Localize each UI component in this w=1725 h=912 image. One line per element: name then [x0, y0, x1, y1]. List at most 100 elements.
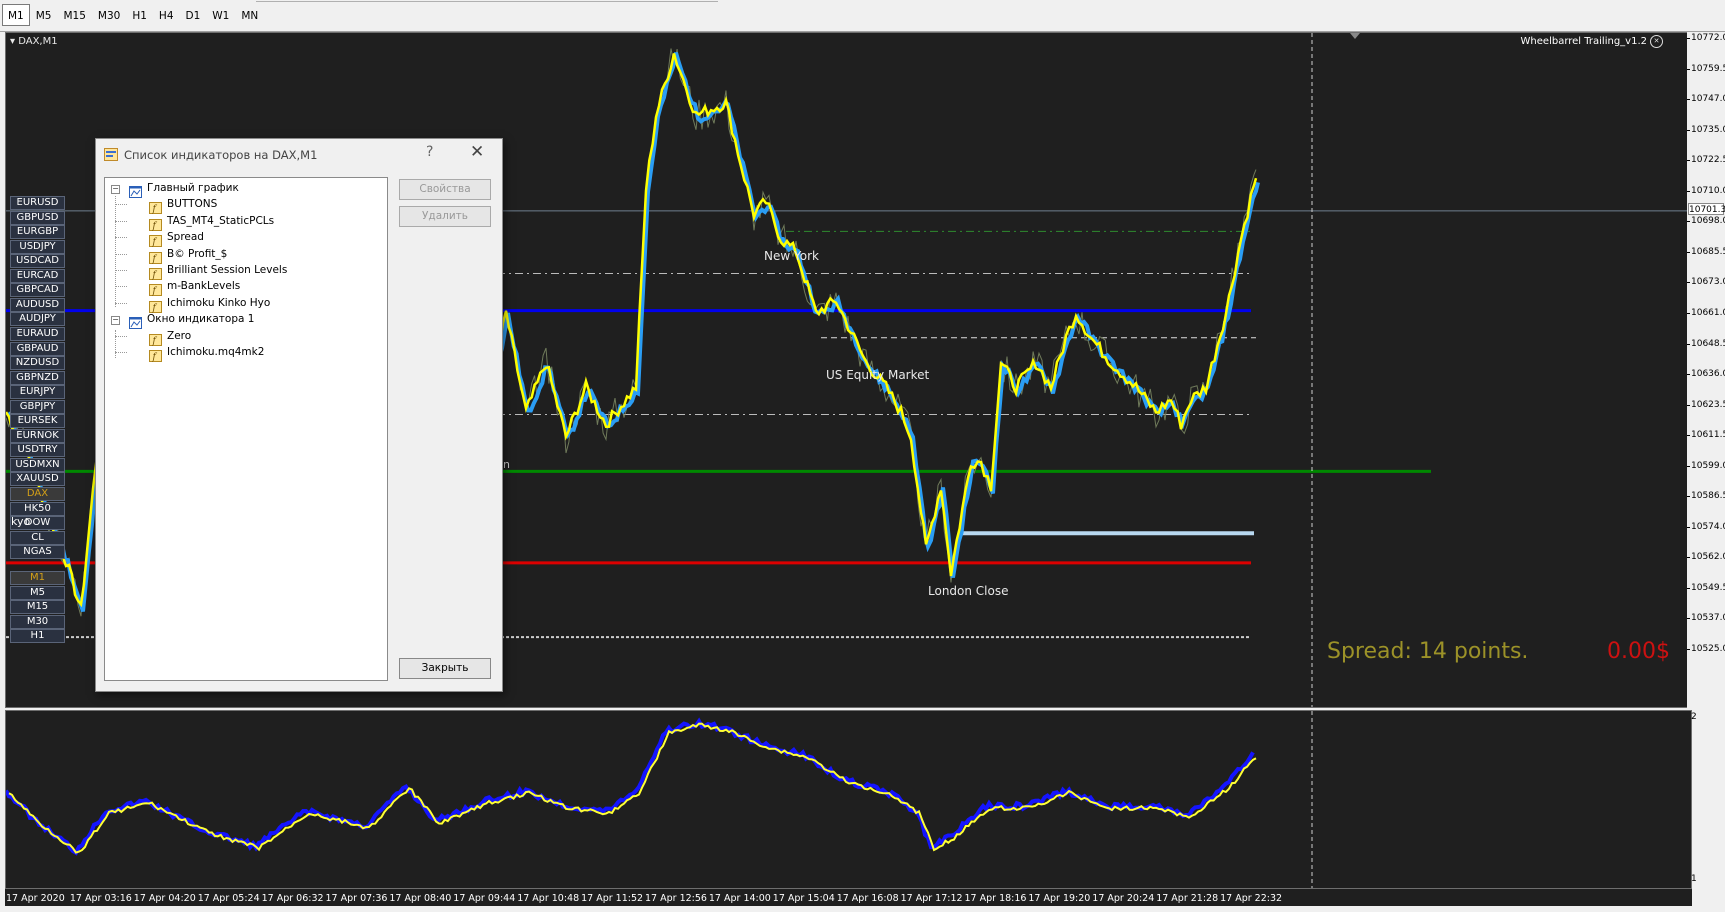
time-marker-icon[interactable]: [1350, 33, 1360, 39]
time-label: 17 Apr 19:20: [1028, 893, 1091, 904]
timeframe-button-m1[interactable]: M1: [2, 4, 30, 26]
timeframe-button-m5[interactable]: M5: [30, 4, 58, 26]
symbol-button-usdtry[interactable]: USDTRY: [10, 443, 65, 458]
price-label: 10623.5: [1691, 399, 1725, 410]
price-tick: [1687, 587, 1690, 589]
symbol-button-ngas[interactable]: NGAS: [10, 545, 65, 560]
indicator-fx-icon: f: [149, 249, 162, 264]
delete-button[interactable]: Удалить: [399, 206, 491, 227]
price-tick: [1687, 374, 1690, 376]
price-axis[interactable]: 10772.0 10759.5 10747.0 10735.0 10722.5 10710…: [1687, 32, 1725, 708]
timeframe-button-mn[interactable]: MN: [235, 4, 264, 26]
tree-item-main-chart[interactable]: Главный график: [147, 182, 239, 194]
symbol-button-eursek[interactable]: EURSEK: [10, 414, 65, 429]
time-label: 17 Apr 20:24: [1092, 893, 1155, 904]
symbol-button-eurgbp[interactable]: EURGBP: [10, 225, 65, 240]
chart-timeframe-button-m15[interactable]: M15: [10, 600, 65, 615]
symbol-button-usdjpy[interactable]: USDJPY: [10, 239, 65, 254]
tree-item-indicator[interactable]: m-BankLevels: [167, 280, 240, 292]
price-label: 10586.5: [1691, 491, 1725, 502]
symbol-button-eurnok[interactable]: EURNOK: [10, 428, 65, 443]
symbol-button-eurcad[interactable]: EURCAD: [10, 268, 65, 283]
time-label: 17 Apr 08:40: [389, 893, 452, 904]
indicator-fx-icon: f: [149, 265, 162, 281]
properties-button[interactable]: Свойства: [399, 179, 491, 200]
symbol-button-eurjpy[interactable]: EURJPY: [10, 385, 65, 400]
chart-timeframe-button-h1[interactable]: H1: [10, 629, 65, 644]
symbol-button-nzdusd[interactable]: NZDUSD: [10, 356, 65, 371]
session-label-london: n: [503, 458, 510, 471]
symbol-button-cl[interactable]: CL: [10, 530, 65, 545]
time-label: 17 Apr 2020: [6, 893, 65, 904]
expand-minus-icon[interactable]: −: [111, 316, 120, 326]
price-label: 10648.5: [1691, 338, 1725, 349]
tree-connector: [115, 302, 127, 304]
indicator-fx-icon: f: [149, 331, 162, 346]
close-circle-icon[interactable]: ✕: [1650, 35, 1663, 48]
symbol-button-dax[interactable]: DAX: [10, 487, 65, 501]
tree-connector: [115, 204, 127, 206]
time-label: 17 Apr 09:44: [453, 893, 516, 904]
chart-timeframe-button-m5[interactable]: M5: [10, 585, 65, 600]
time-label: 17 Apr 22:32: [1220, 893, 1283, 904]
close-icon[interactable]: ✕: [470, 142, 484, 162]
chart-timeframe-button-m30[interactable]: M30: [10, 614, 65, 629]
symbol-button-hk50[interactable]: HK50: [10, 501, 65, 516]
tree-item-indicator[interactable]: Spread: [167, 231, 204, 243]
symbol-button-euraud[interactable]: EURAUD: [10, 326, 65, 341]
symbol-button-gbpcad[interactable]: GBPCAD: [10, 283, 65, 298]
tree-item-indicator[interactable]: Zero: [167, 330, 191, 342]
indicator-tree[interactable]: − Главный график f BUTTONS f TAS_MT4_StaticPC…: [104, 177, 388, 681]
time-axis: 17 Apr 2020 17 Apr 03:16 17 Apr 04:20 17 Ap…: [5, 889, 1692, 906]
collapse-triangle-icon[interactable]: ▾: [10, 36, 15, 47]
timeframe-button-d1[interactable]: D1: [180, 4, 207, 26]
expand-minus-icon[interactable]: −: [111, 185, 120, 194]
symbol-button-eurusd[interactable]: EURUSD: [10, 196, 65, 210]
price-label: 10735.0: [1691, 124, 1725, 135]
indicator-list-dialog: Список индикаторов на DAX,M1 ? ✕ − Главны…: [95, 138, 503, 692]
tree-guide-line: [115, 329, 116, 359]
price-tick: [1687, 618, 1690, 620]
timeframe-toolbar: M1 M5 M15 M30 H1 H4 D1 W1 MN: [0, 0, 1725, 32]
price-tick: [1687, 68, 1690, 70]
price-label: 10698.0: [1691, 216, 1725, 227]
tree-item-indicator[interactable]: Ichimoku Kinko Hyo: [167, 297, 270, 309]
symbol-button-gbpaud[interactable]: GBPAUD: [10, 341, 65, 356]
symbol-button-gbpnzd[interactable]: GBPNZD: [10, 370, 65, 385]
time-label: 17 Apr 15:04: [772, 893, 835, 904]
symbol-button-usdmxn[interactable]: USDMXN: [10, 457, 65, 472]
indicator-fx-icon: f: [149, 298, 162, 313]
symbol-button-usdcad[interactable]: USDCAD: [10, 254, 65, 269]
symbol-button-audusd[interactable]: AUDUSD: [10, 297, 65, 312]
tree-item-indicator[interactable]: TAS_MT4_StaticPCLs: [167, 215, 274, 227]
timeframe-button-w1[interactable]: W1: [206, 4, 235, 26]
indicator-subwindow[interactable]: [5, 710, 1692, 889]
timeframe-button-h1[interactable]: H1: [126, 4, 153, 26]
price-tick: [1687, 221, 1690, 223]
toolbar-divider: [256, 1, 718, 2]
symbol-button-xauusd[interactable]: XAUUSD: [10, 472, 65, 487]
timeframe-button-m15[interactable]: M15: [58, 4, 92, 26]
symbol-button-gbpusd[interactable]: GBPUSD: [10, 210, 65, 225]
tree-item-indicator[interactable]: Ichimoku.mq4mk2: [167, 346, 264, 358]
symbol-button-audjpy[interactable]: AUDJPY: [10, 312, 65, 327]
time-label: 17 Apr 14:00: [708, 893, 771, 904]
tree-item-indicator[interactable]: Brilliant Session Levels: [167, 264, 287, 276]
session-label-us-equity: US Equity Market: [826, 368, 930, 382]
tree-connector: [115, 220, 127, 222]
price-label: 10636.0: [1691, 369, 1725, 380]
close-dialog-button[interactable]: Закрыть: [399, 658, 491, 679]
timeframe-button-h4[interactable]: H4: [153, 4, 180, 26]
symbol-button-gbpjpy[interactable]: GBPJPY: [10, 399, 65, 414]
tree-item-indicator[interactable]: B© Profit_$: [167, 248, 227, 260]
help-icon[interactable]: ?: [426, 144, 433, 160]
tree-item-indicator-window[interactable]: Окно индикатора 1: [147, 313, 254, 325]
expert-advisor-name: Wheelbarrel Trailing_v1.2: [1520, 36, 1647, 47]
price-label: 10673.0: [1691, 277, 1725, 288]
chart-timeframe-button-m1[interactable]: M1: [10, 571, 65, 585]
profit-text: 0.00$: [1607, 639, 1670, 664]
timeframe-button-m30[interactable]: M30: [92, 4, 126, 26]
indicator-fx-icon: f: [149, 232, 162, 248]
tree-item-indicator[interactable]: BUTTONS: [167, 198, 217, 210]
price-label: 10537.0: [1691, 613, 1725, 624]
